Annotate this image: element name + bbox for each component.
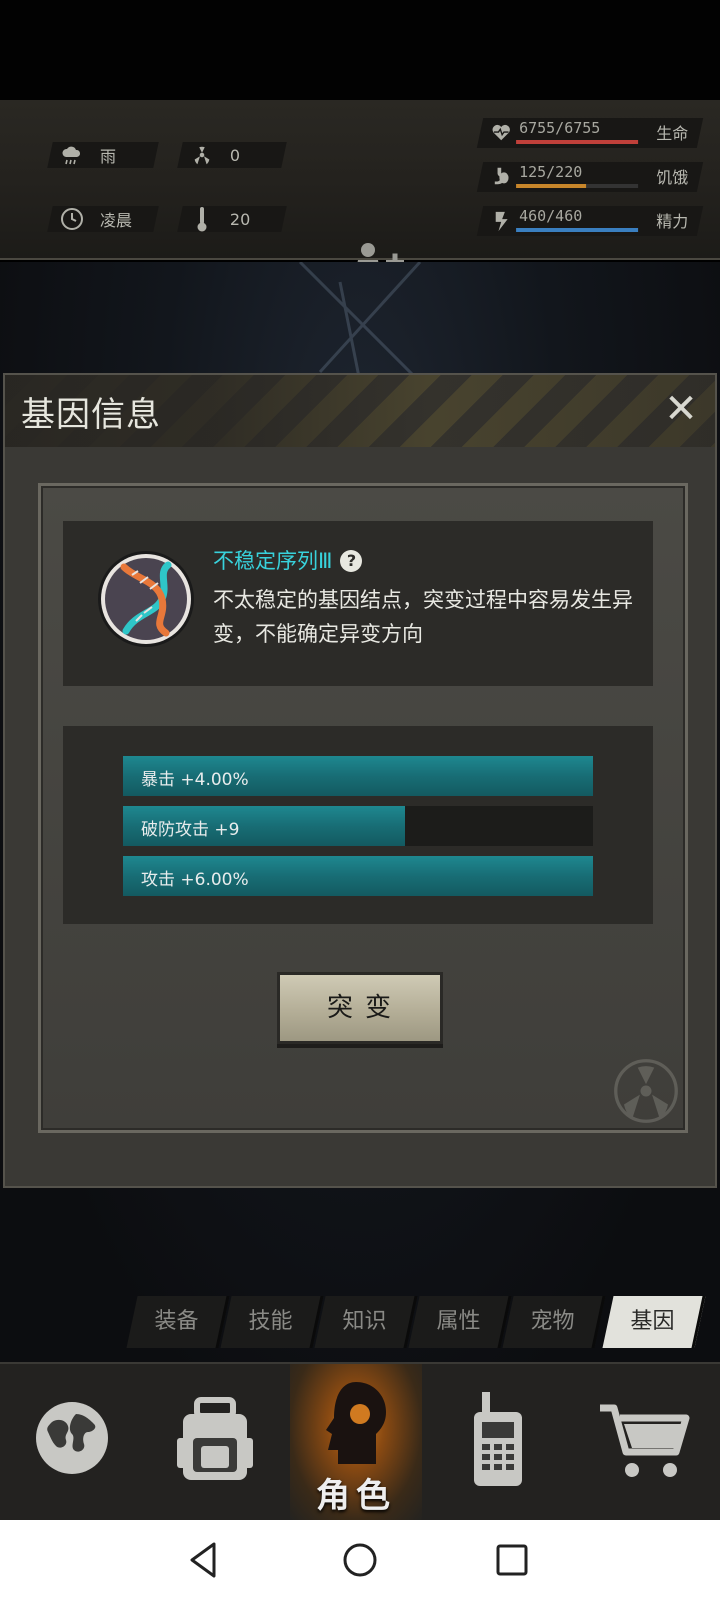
heart-icon bbox=[490, 121, 512, 143]
gene-description: 不太稳定的基因结点，突变过程中容易发生异变，不能确定异变方向 bbox=[213, 588, 633, 646]
tab-label: 技能 bbox=[248, 1309, 293, 1334]
nav-inventory[interactable] bbox=[145, 1364, 290, 1520]
energy-stat: 460/460 精力 bbox=[476, 206, 704, 236]
attribute-row: 破防攻击 +9 bbox=[123, 806, 593, 846]
hunger-label: 饥饿 bbox=[656, 168, 689, 187]
temperature-chip: 20 bbox=[177, 206, 287, 232]
attribute-row: 攻击 +6.00% bbox=[123, 856, 593, 896]
radio-icon bbox=[474, 1392, 522, 1486]
home-icon[interactable] bbox=[342, 1542, 378, 1578]
radiation-chip: 0 bbox=[177, 142, 287, 168]
tab-label: 装备 bbox=[154, 1309, 199, 1334]
tab-label: 知识 bbox=[342, 1309, 387, 1334]
tab-label: 属性 bbox=[436, 1309, 481, 1334]
tab-label: 基因 bbox=[630, 1309, 675, 1334]
dialog-header: 基因信息 ✕ bbox=[5, 375, 715, 447]
bottom-nav: 角色 bbox=[0, 1362, 720, 1520]
gene-info-dialog: 基因信息 ✕ 不稳定序列Ⅲ? 不太稳定的基因结点，突变过程中容易发生异变，不能确… bbox=[3, 373, 717, 1188]
system-nav-bar bbox=[0, 1520, 720, 1600]
time-chip: 凌晨 bbox=[47, 206, 159, 232]
weather-chip: 雨 bbox=[47, 142, 159, 168]
mutate-button[interactable]: 突变 bbox=[277, 972, 443, 1044]
tab-equipment[interactable]: 装备 bbox=[126, 1296, 230, 1348]
hunger-bar bbox=[516, 184, 639, 188]
tab-pets[interactable]: 宠物 bbox=[502, 1296, 606, 1348]
recents-icon[interactable] bbox=[496, 1544, 528, 1576]
globe-icon bbox=[36, 1402, 108, 1474]
radiation-value: 0 bbox=[230, 145, 241, 165]
character-icon bbox=[326, 1382, 386, 1464]
help-icon[interactable]: ? bbox=[340, 550, 363, 572]
hp-value: 6755/6755 bbox=[519, 119, 601, 137]
dialog-content: 不稳定序列Ⅲ? 不太稳定的基因结点，突变过程中容易发生异变，不能确定异变方向 暴… bbox=[38, 483, 688, 1133]
gene-name-text: 不稳定序列Ⅲ bbox=[213, 549, 333, 573]
dna-icon bbox=[96, 543, 196, 655]
hunger-stat: 125/220 饥饿 bbox=[476, 162, 704, 192]
energy-icon bbox=[490, 209, 512, 232]
tab-bar: 装备 技能 知识 属性 宠物 基因 bbox=[126, 1296, 706, 1348]
hp-label: 生命 bbox=[656, 124, 689, 143]
cart-icon bbox=[600, 1404, 690, 1477]
status-area bbox=[0, 0, 720, 100]
clock-icon bbox=[60, 207, 84, 231]
tab-knowledge[interactable]: 知识 bbox=[314, 1296, 418, 1348]
hud-panel: 雨 0 凌晨 20 6755/6755 生命 125/220 饥饿 460/46… bbox=[0, 100, 720, 342]
attribute-row: 暴击 +4.00% bbox=[123, 756, 593, 796]
thermometer-icon bbox=[190, 207, 214, 232]
time-text: 凌晨 bbox=[100, 211, 133, 230]
close-icon[interactable]: ✕ bbox=[661, 389, 701, 429]
stomach-icon bbox=[490, 165, 512, 187]
gene-info-box: 不稳定序列Ⅲ? 不太稳定的基因结点，突变过程中容易发生异变，不能确定异变方向 bbox=[63, 521, 653, 686]
attribute-label: 破防攻击 +9 bbox=[141, 820, 240, 840]
tab-label: 宠物 bbox=[530, 1309, 575, 1334]
temperature-value: 20 bbox=[230, 209, 251, 229]
nav-character[interactable]: 角色 bbox=[290, 1364, 422, 1520]
tab-attributes[interactable]: 属性 bbox=[408, 1296, 512, 1348]
nav-radio[interactable] bbox=[422, 1364, 572, 1520]
energy-value: 460/460 bbox=[519, 207, 583, 225]
hp-bar bbox=[516, 140, 639, 144]
energy-label: 精力 bbox=[656, 212, 689, 231]
mutate-button-label: 突变 bbox=[326, 993, 403, 1023]
nav-character-label: 角色 bbox=[316, 1476, 396, 1516]
gene-name: 不稳定序列Ⅲ? bbox=[213, 545, 363, 575]
tab-skills[interactable]: 技能 bbox=[220, 1296, 324, 1348]
tab-genes[interactable]: 基因 bbox=[602, 1296, 706, 1348]
backpack-icon bbox=[177, 1397, 253, 1480]
attribute-label: 攻击 +6.00% bbox=[141, 870, 249, 890]
back-icon[interactable] bbox=[186, 1540, 220, 1580]
hp-stat: 6755/6755 生命 bbox=[476, 118, 704, 148]
hunger-value: 125/220 bbox=[519, 163, 583, 181]
nav-shop[interactable] bbox=[572, 1364, 720, 1520]
attribute-label: 暴击 +4.00% bbox=[141, 770, 249, 790]
weather-text: 雨 bbox=[100, 147, 117, 166]
rain-cloud-icon bbox=[60, 143, 84, 167]
radiation-watermark-icon bbox=[613, 1058, 679, 1124]
energy-bar bbox=[516, 228, 639, 232]
attribute-box: 暴击 +4.00% 破防攻击 +9 攻击 +6.00% bbox=[63, 726, 653, 924]
nav-world[interactable] bbox=[0, 1364, 145, 1520]
dialog-title: 基因信息 bbox=[21, 395, 161, 435]
radiation-icon bbox=[190, 143, 214, 167]
